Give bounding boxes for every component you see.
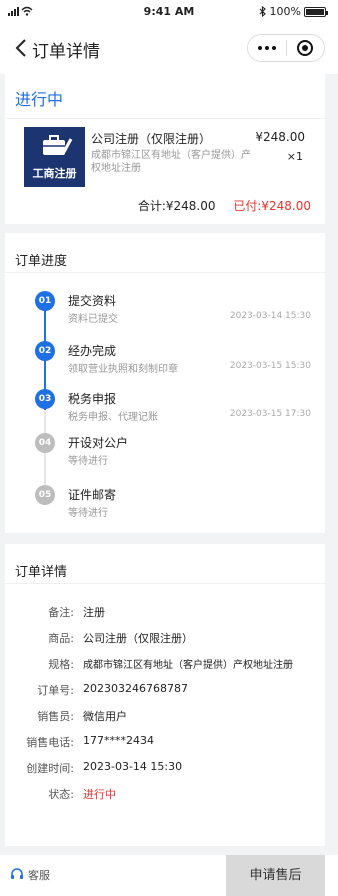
progress-step: 01 提交资料 资料已提交 2023-03-14 15:30	[5, 290, 325, 330]
step-description: 等待进行	[68, 508, 108, 519]
mini-program-capsule	[247, 34, 325, 62]
detail-row: 商品: 公司注册（仅限注册）	[5, 630, 325, 646]
product-thumbnail-label: 工商注册	[32, 167, 77, 180]
step-time: 2023-03-14 15:30	[229, 311, 311, 321]
order-details-card: 订单详情 备注: 注册 商品: 公司注册（仅限注册） 规格: 成都市锦江区有地址…	[5, 544, 325, 846]
more-button[interactable]	[248, 35, 286, 61]
product-spec: 成都市锦江区有地址（客户提供）产权地址注册	[91, 150, 251, 174]
progress-step: 04 开设对公户 等待进行	[5, 432, 325, 472]
bottom-action-bar: 客服 申请售后	[0, 855, 338, 896]
progress-step: 05 证件邮寄 等待进行	[5, 484, 325, 524]
detail-row: 创建时间: 2023-03-14 15:30	[5, 760, 325, 776]
battery-percent: 100%	[269, 5, 301, 18]
detail-label: 备注:	[48, 606, 74, 619]
detail-label: 状态:	[48, 788, 74, 801]
step-time: 2023-03-15 15:30	[229, 361, 311, 371]
detail-value: 公司注册（仅限注册）	[83, 632, 193, 645]
page-title: 订单详情	[32, 42, 100, 62]
bluetooth-icon	[259, 6, 266, 17]
navigation-bar: 订单详情	[0, 22, 338, 74]
detail-value: 注册	[83, 606, 105, 619]
customer-service-label: 客服	[28, 869, 50, 882]
step-number: 01	[35, 291, 55, 311]
order-number: 202303246768787	[83, 682, 188, 695]
step-description: 税务申报、代理记账	[68, 412, 158, 423]
step-number: 04	[35, 433, 55, 453]
briefcase-pen-icon	[43, 135, 73, 155]
chevron-left-icon[interactable]	[12, 34, 32, 62]
product-thumbnail[interactable]: 工商注册	[24, 127, 85, 187]
step-number: 05	[35, 485, 55, 505]
paid-amount: 已付:¥248.00	[233, 199, 311, 213]
close-button[interactable]	[287, 35, 325, 61]
detail-label: 创建时间:	[26, 762, 74, 775]
total-amount: 合计:¥248.00	[137, 199, 216, 213]
detail-value: 微信用户	[83, 710, 127, 723]
order-status-title: 进行中	[15, 90, 64, 109]
order-summary-card: 进行中 工商注册 公司注册（仅限注册） 成都市锦江区有地址（客户提供）产权地址注…	[5, 74, 325, 224]
detail-row: 规格: 成都市锦江区有地址（客户提供）产权地址注册	[5, 656, 325, 672]
sales-phone: 177****2434	[83, 734, 154, 747]
detail-row: 销售员: 微信用户	[5, 708, 325, 724]
detail-value: 2023-03-14 15:30	[83, 760, 183, 773]
status-bar: 9:41 AM 100%	[0, 0, 338, 22]
step-description: 等待进行	[68, 456, 108, 467]
more-dots-icon	[257, 46, 276, 50]
progress-step: 03 税务申报 税务申报、代理记账 2023-03-15 17:30	[5, 388, 325, 428]
target-icon	[297, 40, 314, 56]
step-description: 领取营业执照和刻制印章	[68, 364, 178, 375]
step-name: 证件邮寄	[68, 488, 117, 502]
headset-icon	[11, 868, 23, 879]
step-name: 提交资料	[68, 294, 117, 308]
step-description: 资料已提交	[68, 314, 118, 325]
detail-value: 成都市锦江区有地址（客户提供）产权地址注册	[83, 660, 293, 671]
detail-row: 备注: 注册	[5, 604, 325, 620]
step-number: 03	[35, 389, 55, 409]
after-sale-button[interactable]: 申请售后	[226, 855, 325, 896]
step-number: 02	[35, 341, 55, 361]
customer-service-button[interactable]: 客服	[10, 867, 50, 883]
progress-step: 02 经办完成 领取营业执照和刻制印章 2023-03-15 15:30	[5, 340, 325, 380]
detail-row: 订单号: 202303246768787	[5, 682, 325, 698]
total-row: 合计:¥248.00 已付:¥248.00	[138, 197, 311, 214]
product-price: ¥248.00	[255, 130, 305, 144]
progress-title: 订单进度	[15, 254, 68, 269]
step-name: 开设对公户	[68, 436, 129, 450]
product-quantity: ×1	[286, 150, 303, 163]
order-progress-card: 订单进度 01 提交资料 资料已提交 2023-03-14 15:30 02 经…	[5, 233, 325, 533]
detail-label: 规格:	[48, 658, 74, 671]
detail-label: 订单号:	[37, 684, 74, 697]
step-name: 税务申报	[68, 392, 117, 406]
step-time: 2023-03-15 17:30	[229, 409, 311, 419]
detail-label: 商品:	[48, 632, 74, 645]
detail-row: 销售电话: 177****2434	[5, 734, 325, 750]
product-name: 公司注册（仅限注册）	[91, 132, 212, 146]
detail-label: 销售员:	[37, 710, 74, 723]
step-name: 经办完成	[68, 344, 117, 358]
detail-label: 销售电话:	[26, 736, 74, 749]
battery-icon	[304, 6, 328, 17]
detail-row: 状态: 进行中	[5, 786, 325, 802]
status-value: 进行中	[83, 788, 116, 801]
details-title: 订单详情	[15, 565, 68, 580]
